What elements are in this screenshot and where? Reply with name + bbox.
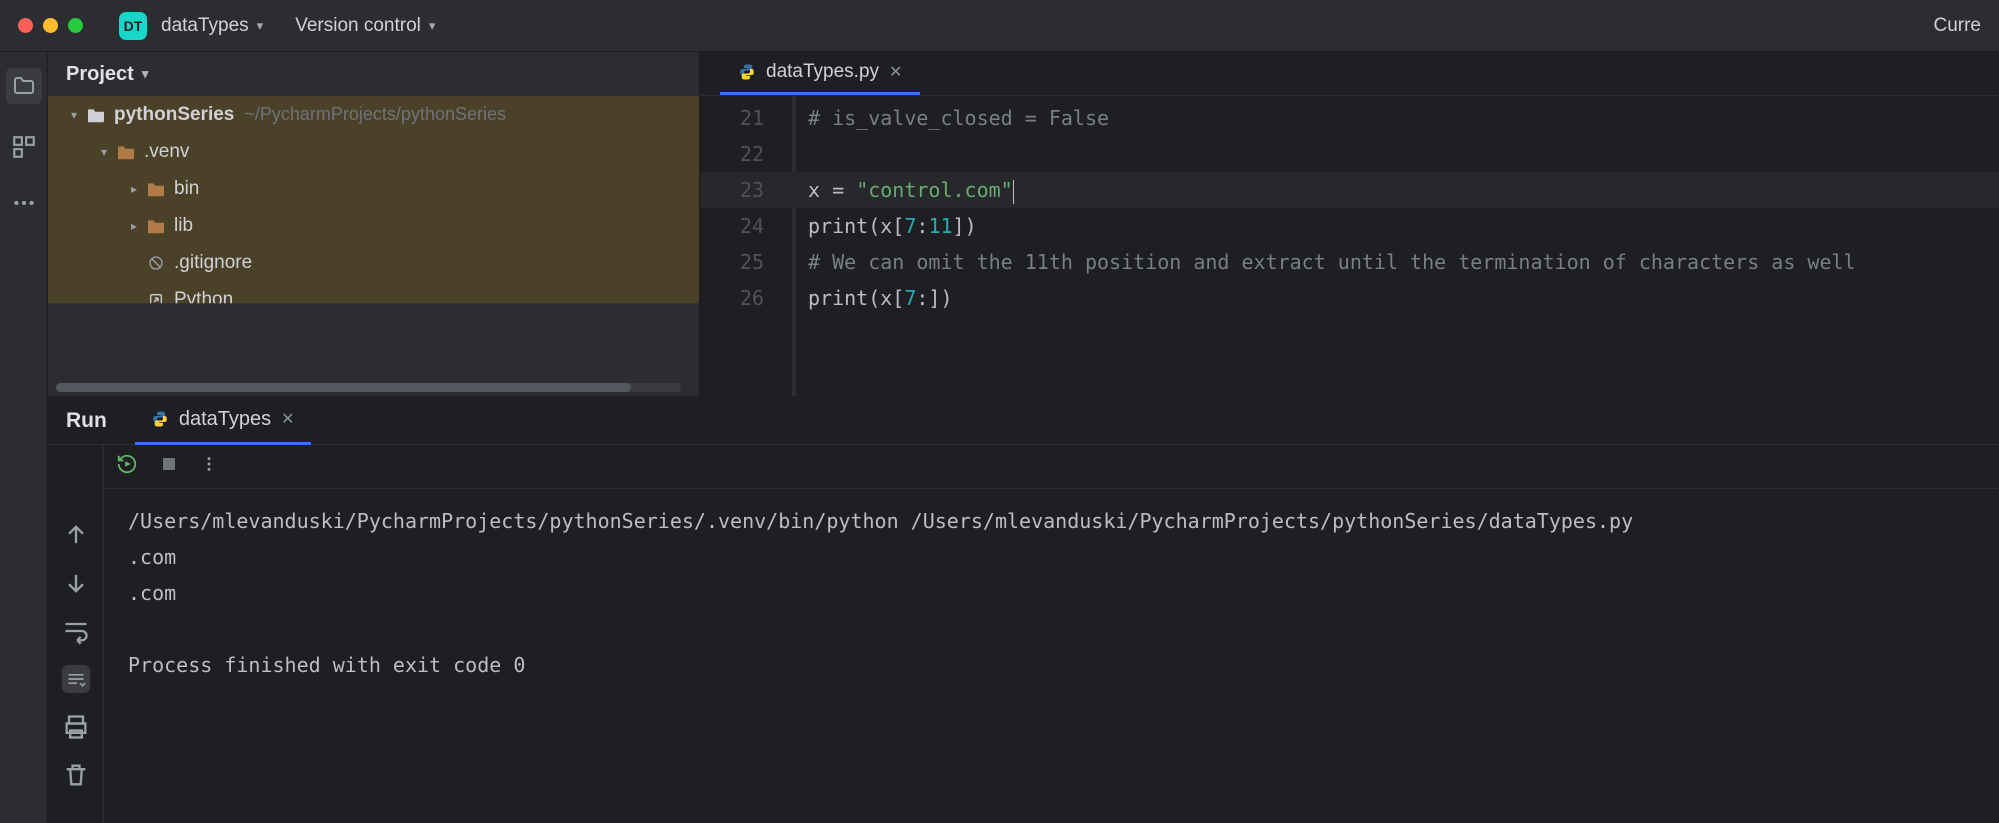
left-tool-rail: [0, 52, 48, 823]
line-number[interactable]: 25: [700, 244, 764, 280]
tree-caret-icon[interactable]: ▸: [126, 219, 142, 233]
project-name: dataTypes: [161, 15, 249, 37]
code-editor[interactable]: 212223242526 # is_valve_closed = False x …: [700, 96, 1999, 396]
tree-item[interactable]: Python: [48, 281, 699, 318]
scroll-to-end-icon[interactable]: [62, 665, 90, 693]
tree-item[interactable]: ▸ bin: [48, 170, 699, 207]
run-side-toolbar: [48, 445, 104, 823]
tree-caret-icon[interactable]: ▾: [96, 145, 112, 159]
tree-item[interactable]: ▸ lib: [48, 207, 699, 244]
line-number[interactable]: 24: [700, 208, 764, 244]
project-panel-title: Project: [66, 63, 134, 86]
code-line[interactable]: print(x[7:11]): [808, 208, 1856, 244]
file-icon: [146, 255, 166, 271]
titlebar: DT dataTypes ▾ Version control ▾ Curre: [0, 0, 1999, 52]
run-output[interactable]: /Users/mlevanduski/PycharmProjects/pytho…: [104, 489, 1999, 683]
code-line[interactable]: # is_valve_closed = False: [808, 100, 1856, 136]
tree-item[interactable]: ▾ .venv: [48, 133, 699, 170]
folder-icon: [116, 144, 136, 160]
editor-tab-label: dataTypes.py: [766, 61, 879, 83]
output-line: [128, 611, 1975, 647]
code-line[interactable]: # We can omit the 11th position and extr…: [808, 244, 1856, 280]
run-config-tab[interactable]: dataTypes ✕: [135, 397, 311, 445]
code-line[interactable]: [808, 136, 1856, 172]
scroll-down-icon[interactable]: [62, 569, 90, 597]
tree-item-label: bin: [174, 178, 199, 200]
folder-icon: [146, 181, 166, 197]
chevron-down-icon: ▾: [257, 18, 264, 34]
titlebar-right-cut: Curre: [1933, 15, 1981, 37]
tree-root-path: ~/PycharmProjects/pythonSeries: [244, 104, 506, 125]
folder-icon: [86, 107, 106, 123]
line-number[interactable]: 21: [700, 100, 764, 136]
project-tree-panel: Project ▾ ▾ pythonSeries ~/PycharmProjec…: [48, 52, 700, 396]
line-number[interactable]: 22: [700, 136, 764, 172]
code-line[interactable]: x = "control.com": [808, 172, 1856, 208]
tree-caret-icon[interactable]: ▸: [126, 182, 142, 196]
run-toolbar: [104, 445, 1999, 489]
editor-panel: dataTypes.py ✕ 212223242526 # is_valve_c…: [700, 52, 1999, 396]
scroll-up-icon[interactable]: [62, 521, 90, 549]
run-panel: Run dataTypes ✕: [48, 397, 1999, 823]
project-tree-header[interactable]: Project ▾: [48, 52, 699, 96]
run-title: Run: [66, 409, 107, 433]
project-badge[interactable]: DT: [119, 12, 147, 40]
soft-wrap-icon[interactable]: [62, 617, 90, 645]
python-file-icon: [151, 410, 169, 428]
zoom-window-icon[interactable]: [68, 18, 83, 33]
project-tool-icon[interactable]: [6, 68, 42, 104]
close-run-tab-icon[interactable]: ✕: [281, 409, 294, 429]
tree-item-label: lib: [174, 215, 193, 237]
chevron-down-icon: ▾: [142, 66, 149, 82]
text-caret: [1013, 180, 1014, 204]
line-number[interactable]: 26: [700, 280, 764, 316]
tree-item[interactable]: .gitignore: [48, 244, 699, 281]
tree-item-label: Python: [174, 289, 233, 311]
tree-root-name: pythonSeries: [114, 104, 234, 126]
file-icon: [146, 292, 166, 308]
output-line: .com: [128, 575, 1975, 611]
clear-icon[interactable]: [62, 761, 90, 789]
structure-tool-icon[interactable]: [11, 134, 37, 160]
tree-root[interactable]: ▾ pythonSeries ~/PycharmProjects/pythonS…: [48, 96, 699, 133]
output-line: .com: [128, 539, 1975, 575]
tree-item-label: .gitignore: [174, 252, 252, 274]
code-line[interactable]: print(x[7:]): [808, 280, 1856, 316]
output-line: /Users/mlevanduski/PycharmProjects/pytho…: [128, 503, 1975, 539]
code-content[interactable]: # is_valve_closed = False x = "control.co…: [796, 96, 1856, 396]
more-actions-icon[interactable]: [200, 455, 218, 478]
editor-tab[interactable]: dataTypes.py ✕: [720, 51, 920, 95]
line-gutter[interactable]: 212223242526: [700, 96, 792, 396]
vcs-selector[interactable]: Version control ▾: [295, 15, 435, 37]
chevron-down-icon: ▾: [429, 18, 436, 34]
more-tool-icon[interactable]: [11, 190, 37, 216]
project-tree[interactable]: ▾ pythonSeries ~/PycharmProjects/pythonS…: [48, 96, 699, 396]
close-window-icon[interactable]: [18, 18, 33, 33]
close-tab-icon[interactable]: ✕: [889, 62, 902, 82]
caret-down-icon[interactable]: ▾: [66, 108, 82, 122]
run-config-name: dataTypes: [179, 408, 271, 431]
folder-icon: [146, 218, 166, 234]
project-selector[interactable]: dataTypes ▾: [161, 15, 263, 37]
python-file-icon: [738, 63, 756, 81]
editor-tabbar: dataTypes.py ✕: [700, 52, 1999, 96]
window-traffic-lights: [18, 18, 83, 33]
minimize-window-icon[interactable]: [43, 18, 58, 33]
print-icon[interactable]: [62, 713, 90, 741]
tree-horizontal-scrollbar[interactable]: [56, 383, 681, 392]
tree-item-label: .venv: [144, 141, 189, 163]
stop-icon[interactable]: [160, 455, 178, 478]
vcs-label: Version control: [295, 15, 421, 37]
run-header: Run dataTypes ✕: [48, 397, 1999, 445]
rerun-icon[interactable]: [116, 453, 138, 480]
line-number[interactable]: 23: [700, 172, 764, 208]
output-line: Process finished with exit code 0: [128, 647, 1975, 683]
